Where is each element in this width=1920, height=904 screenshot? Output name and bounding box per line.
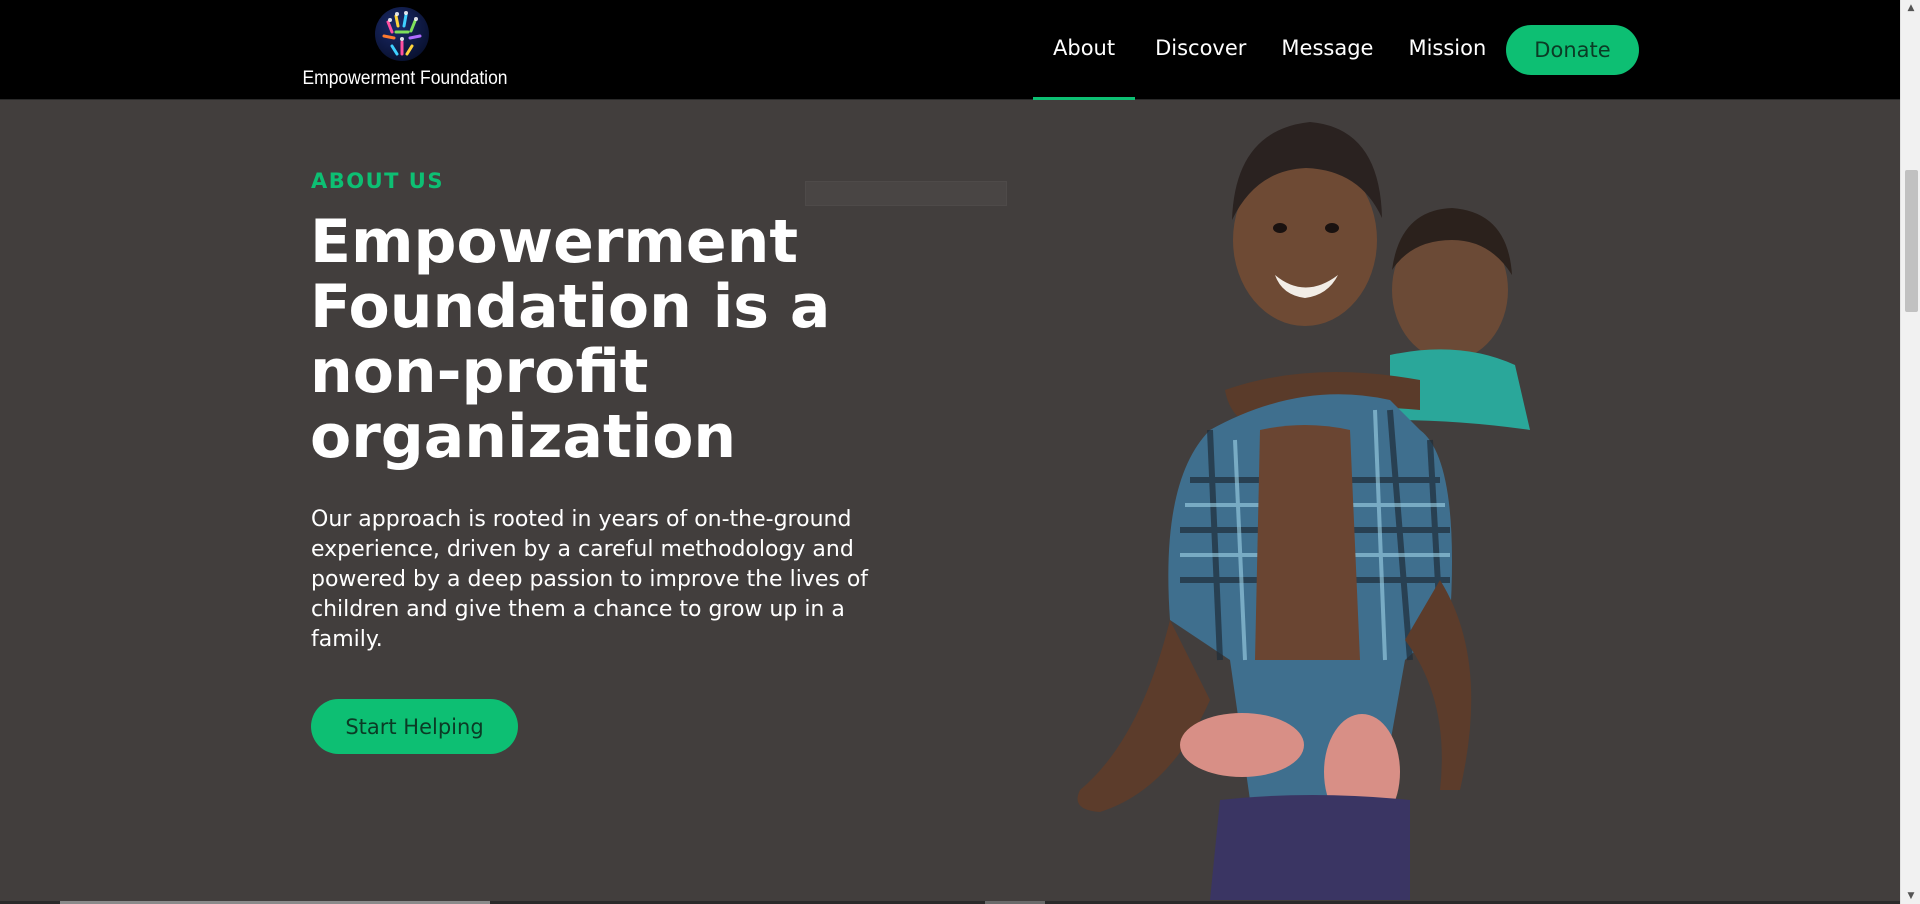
scrollbar-thumb[interactable] (1905, 170, 1918, 312)
nav-item-message[interactable]: Message (1281, 0, 1373, 100)
page: Empowerment Foundation About Discover Me… (0, 0, 1920, 904)
hero-body: Our approach is rooted in years of on-th… (311, 507, 869, 652)
section-eyebrow: ABOUT US (311, 169, 444, 193)
site-header: Empowerment Foundation About Discover Me… (0, 0, 1900, 100)
hero-photo-children (1077, 122, 1530, 900)
chevron-down-icon[interactable]: ▼ (1901, 888, 1920, 904)
nav-item-discover[interactable]: Discover (1155, 0, 1246, 100)
vertical-scrollbar[interactable]: ▲ ▼ (1900, 0, 1920, 904)
nav-item-label: Message (1281, 36, 1374, 60)
donate-button[interactable]: Donate (1506, 25, 1639, 75)
nav-item-about[interactable]: About (1033, 0, 1136, 100)
faded-overlay-chip (805, 181, 1007, 206)
nav-item-label: Mission (1408, 36, 1487, 60)
chevron-up-icon[interactable]: ▲ (1901, 0, 1920, 16)
brand-logo[interactable]: Empowerment Foundation (288, 0, 522, 100)
nav-item-label: Discover (1155, 36, 1247, 60)
nav-item-mission[interactable]: Mission (1408, 0, 1486, 100)
main-nav: About Discover Message Mission Donate (1033, 0, 1639, 100)
start-helping-button[interactable]: Start Helping (311, 699, 518, 754)
nav-item-label: About (1053, 36, 1116, 60)
hero-title: Empowerment Foundation is a non-profit o… (310, 207, 831, 472)
globe-people-logo-icon (375, 7, 429, 61)
brand-name: Empowerment Foundation (302, 68, 508, 89)
